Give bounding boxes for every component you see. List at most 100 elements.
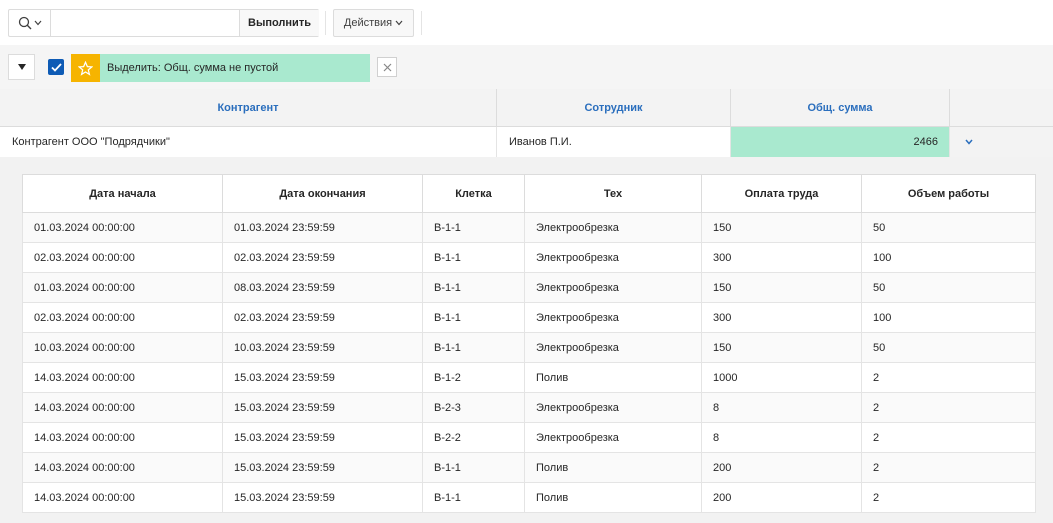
cell-start-date[interactable]: 14.03.2024 00:00:00 xyxy=(22,452,223,483)
cell-volume[interactable]: 100 xyxy=(861,242,1036,273)
cell-tech[interactable]: Полив xyxy=(524,362,702,393)
cell-volume[interactable]: 2 xyxy=(861,392,1036,423)
cell-start-date[interactable]: 14.03.2024 00:00:00 xyxy=(22,482,223,513)
cell-start-date[interactable]: 14.03.2024 00:00:00 xyxy=(22,362,223,393)
table-row: 14.03.2024 00:00:00 15.03.2024 23:59:59 В-… xyxy=(22,392,1036,423)
run-button[interactable]: Выполнить xyxy=(239,10,319,36)
triangle-down-icon xyxy=(17,64,26,70)
cell-employee[interactable]: Иванов П.И. xyxy=(497,127,731,157)
cell-start-date[interactable]: 14.03.2024 00:00:00 xyxy=(22,422,223,453)
cell-cell[interactable]: В-1-1 xyxy=(422,272,525,303)
detail-panel: Дата начала Дата окончания Клетка Тех Оп… xyxy=(0,157,1053,523)
header-volume[interactable]: Объем работы xyxy=(861,174,1036,213)
cell-start-date[interactable]: 14.03.2024 00:00:00 xyxy=(22,392,223,423)
cell-end-date[interactable]: 10.03.2024 23:59:59 xyxy=(222,332,423,363)
highlight-filter-label: Выделить: Общ. сумма не пустой xyxy=(107,62,279,74)
cell-cell[interactable]: В-2-3 xyxy=(422,392,525,423)
cell-volume[interactable]: 100 xyxy=(861,302,1036,333)
cell-end-date[interactable]: 15.03.2024 23:59:59 xyxy=(222,482,423,513)
cell-end-date[interactable]: 02.03.2024 23:59:59 xyxy=(222,302,423,333)
cell-end-date[interactable]: 01.03.2024 23:59:59 xyxy=(222,212,423,243)
header-start-date[interactable]: Дата начала xyxy=(22,174,223,213)
cell-end-date[interactable]: 08.03.2024 23:59:59 xyxy=(222,272,423,303)
cell-volume[interactable]: 50 xyxy=(861,272,1036,303)
table-row: 14.03.2024 00:00:00 15.03.2024 23:59:59 В-… xyxy=(22,482,1036,513)
cell-volume[interactable]: 50 xyxy=(861,212,1036,243)
cell-cell[interactable]: В-1-1 xyxy=(422,302,525,333)
cell-pay[interactable]: 8 xyxy=(701,422,862,453)
remove-filter-button[interactable] xyxy=(377,57,397,77)
cell-pay[interactable]: 150 xyxy=(701,272,862,303)
cell-end-date[interactable]: 02.03.2024 23:59:59 xyxy=(222,242,423,273)
close-icon xyxy=(383,63,391,71)
table-row: 14.03.2024 00:00:00 15.03.2024 23:59:59 В-… xyxy=(22,452,1036,483)
master-grid: Контрагент Сотрудник Общ. сумма Контраге… xyxy=(0,89,1053,157)
row-expand-toggle[interactable] xyxy=(950,127,1053,157)
highlight-filter-chip[interactable]: Выделить: Общ. сумма не пустой xyxy=(71,54,370,82)
cell-pay[interactable]: 300 xyxy=(701,242,862,273)
column-header-total[interactable]: Общ. сумма xyxy=(731,89,950,127)
checkmark-icon xyxy=(50,62,62,72)
chevron-down-icon xyxy=(395,20,403,26)
cell-pay[interactable]: 8 xyxy=(701,392,862,423)
cell-end-date[interactable]: 15.03.2024 23:59:59 xyxy=(222,452,423,483)
star-icon xyxy=(78,60,93,76)
chevron-down-icon xyxy=(34,20,41,26)
cell-tech[interactable]: Электрообрезка xyxy=(524,242,702,273)
cell-start-date[interactable]: 10.03.2024 00:00:00 xyxy=(22,332,223,363)
highlight-enabled-checkbox[interactable] xyxy=(48,59,64,75)
header-cell[interactable]: Клетка xyxy=(422,174,525,213)
table-row: 14.03.2024 00:00:00 15.03.2024 23:59:59 В-… xyxy=(22,422,1036,453)
cell-volume[interactable]: 2 xyxy=(861,422,1036,453)
cell-pay[interactable]: 300 xyxy=(701,302,862,333)
cell-cell[interactable]: В-1-1 xyxy=(422,332,525,363)
header-tech[interactable]: Тех xyxy=(524,174,702,213)
column-header-employee[interactable]: Сотрудник xyxy=(497,89,731,127)
cell-tech[interactable]: Электрообрезка xyxy=(524,272,702,303)
cell-cell[interactable]: В-1-1 xyxy=(422,242,525,273)
cell-pay[interactable]: 200 xyxy=(701,482,862,513)
cell-volume[interactable]: 2 xyxy=(861,362,1036,393)
cell-tech[interactable]: Электрообрезка xyxy=(524,212,702,243)
cell-pay[interactable]: 150 xyxy=(701,332,862,363)
collapse-settings-button[interactable] xyxy=(8,54,35,80)
cell-tech[interactable]: Полив xyxy=(524,452,702,483)
cell-pay[interactable]: 200 xyxy=(701,452,862,483)
toolbar-divider xyxy=(421,11,422,35)
cell-tech[interactable]: Электрообрезка xyxy=(524,422,702,453)
cell-total[interactable]: 2466 xyxy=(731,127,950,157)
cell-volume[interactable]: 2 xyxy=(861,482,1036,513)
cell-end-date[interactable]: 15.03.2024 23:59:59 xyxy=(222,392,423,423)
cell-start-date[interactable]: 01.03.2024 00:00:00 xyxy=(22,212,223,243)
cell-start-date[interactable]: 02.03.2024 00:00:00 xyxy=(22,242,223,273)
cell-tech[interactable]: Электрообрезка xyxy=(524,392,702,423)
cell-volume[interactable]: 2 xyxy=(861,452,1036,483)
detail-header-row: Дата начала Дата окончания Клетка Тех Оп… xyxy=(22,174,1036,213)
cell-pay[interactable]: 1000 xyxy=(701,362,862,393)
search-column-button[interactable] xyxy=(9,10,51,36)
cell-tech[interactable]: Электрообрезка xyxy=(524,302,702,333)
table-row: 02.03.2024 00:00:00 02.03.2024 23:59:59 В-… xyxy=(22,242,1036,273)
cell-cell[interactable]: В-1-1 xyxy=(422,482,525,513)
header-pay[interactable]: Оплата труда xyxy=(701,174,862,213)
cell-cell[interactable]: В-2-2 xyxy=(422,422,525,453)
search-bar: Выполнить xyxy=(8,9,319,37)
cell-tech[interactable]: Полив xyxy=(524,482,702,513)
cell-cell[interactable]: В-1-1 xyxy=(422,452,525,483)
column-header-contractor[interactable]: Контрагент xyxy=(0,89,497,127)
cell-end-date[interactable]: 15.03.2024 23:59:59 xyxy=(222,422,423,453)
search-input[interactable] xyxy=(52,10,238,36)
report-toolbar: Выполнить Действия xyxy=(0,0,1053,45)
detail-table: Дата начала Дата окончания Клетка Тех Оп… xyxy=(22,174,1036,513)
cell-contractor[interactable]: Контрагент ООО "Подрядчики" xyxy=(0,127,497,157)
cell-tech[interactable]: Электрообрезка xyxy=(524,332,702,363)
cell-pay[interactable]: 150 xyxy=(701,212,862,243)
cell-volume[interactable]: 50 xyxy=(861,332,1036,363)
actions-menu-button[interactable]: Действия xyxy=(333,9,414,37)
cell-cell[interactable]: В-1-2 xyxy=(422,362,525,393)
header-end-date[interactable]: Дата окончания xyxy=(222,174,423,213)
cell-start-date[interactable]: 01.03.2024 00:00:00 xyxy=(22,272,223,303)
cell-start-date[interactable]: 02.03.2024 00:00:00 xyxy=(22,302,223,333)
cell-end-date[interactable]: 15.03.2024 23:59:59 xyxy=(222,362,423,393)
cell-cell[interactable]: В-1-1 xyxy=(422,212,525,243)
